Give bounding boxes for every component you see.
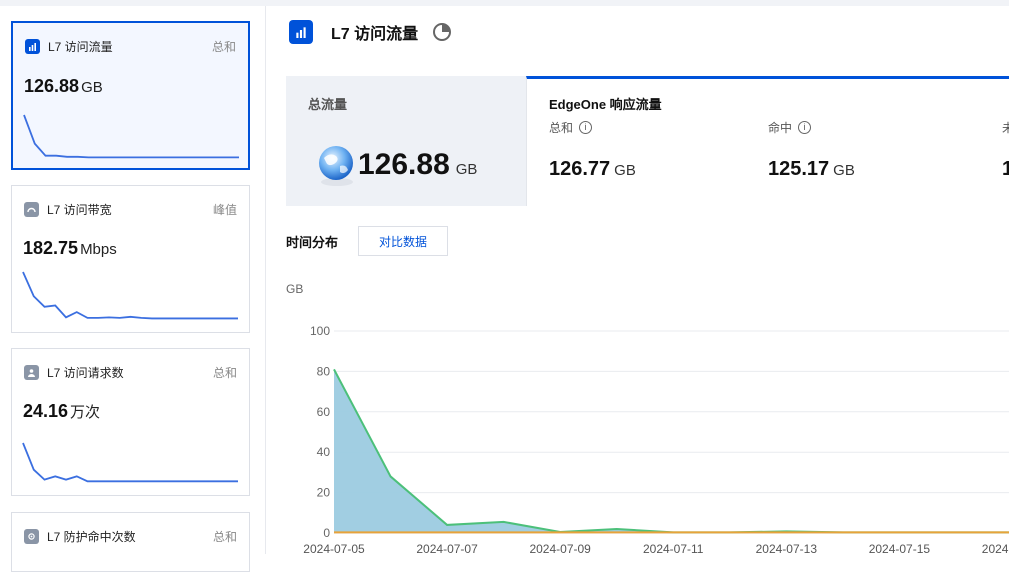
x-tick-label: 2024-07-05 [303, 542, 365, 554]
y-tick-label: 20 [317, 486, 331, 500]
metric-total: 总和 i 126.77 GB [549, 121, 636, 180]
y-tick-label: 0 [323, 526, 330, 540]
x-tick-label: 2024-07-09 [529, 542, 591, 554]
sparkline-path [23, 114, 239, 159]
edgeone-title: EdgeOne 响应流量 [549, 97, 662, 112]
y-tick-label: 100 [310, 324, 330, 338]
y-tick-label: 80 [317, 364, 331, 378]
series-line-main[interactable] [333, 368, 1009, 534]
card-l7-bandwidth[interactable]: L7 访问带宽 峰值 182.75 Mbps [11, 185, 250, 333]
card-value: 24.16 万次 [23, 401, 101, 421]
card-agg: 峰值 [212, 202, 237, 217]
x-tick-label: 2024-07-15 [869, 542, 931, 554]
card-l7-traffic[interactable]: L7 访问流量 总和 126.88 GB [11, 21, 250, 170]
info-icon[interactable]: i [579, 121, 593, 134]
card-title: L7 访问带宽 [47, 202, 112, 217]
sparkline [23, 114, 239, 159]
card-agg: 总和 [211, 39, 236, 54]
main-panel: L7 访问流量 总流量 126.88 GB EdgeOne 响应流量 总和 i … [267, 6, 1009, 554]
card-value: 182.75 Mbps [23, 238, 117, 258]
time-distribution-row: 时间分布 对比数据 [286, 226, 449, 256]
traffic-chart[interactable]: 0 20 40 60 80 100 2024-07-05 2024-07-07 2024-07-… [267, 306, 1009, 554]
edgeone-response-panel: EdgeOne 响应流量 总和 i 126.77 GB 命中 i 125.17 GB 未… [526, 76, 1009, 206]
globe-icon [319, 146, 353, 186]
total-traffic-panel: 总流量 126.88 GB [286, 76, 528, 206]
total-traffic-label: 总流量 [308, 97, 348, 112]
y-tick-label: 40 [317, 445, 331, 459]
x-tick-label: 2024-07-17 [982, 542, 1009, 554]
gauge-icon [24, 201, 39, 217]
card-title: L7 防护命中次数 [47, 529, 136, 544]
x-tick-label: 2024-07-11 [643, 542, 704, 554]
compare-data-button[interactable]: 对比数据 [358, 226, 449, 256]
sparkline-path [22, 442, 238, 483]
series-area [334, 369, 1009, 533]
card-agg: 总和 [212, 529, 237, 544]
page-title: L7 访问流量 [331, 26, 419, 43]
card-title: L7 访问流量 [48, 39, 113, 54]
bar-chart-icon [289, 20, 313, 44]
bar-chart-icon [25, 38, 40, 54]
metric-miss: 未 1 [1002, 121, 1009, 180]
x-tick-label: 2024-07-13 [756, 542, 818, 554]
card-l7-protection[interactable]: L7 防护命中次数 总和 [11, 512, 250, 572]
y-axis-unit: GB [286, 282, 304, 296]
sparkline-path [22, 271, 238, 320]
info-icon[interactable]: i [798, 121, 812, 134]
sparkline [22, 271, 238, 320]
target-icon [24, 528, 39, 544]
page-header: L7 访问流量 [289, 19, 452, 45]
metric-hit: 命中 i 125.17 GB [768, 121, 855, 180]
section-title: 时间分布 [286, 234, 339, 250]
x-tick-label: 2024-07-07 [416, 542, 478, 554]
sparkline [22, 442, 238, 483]
card-value: 126.88 GB [24, 76, 103, 96]
metric-sidebar: L7 访问流量 总和 126.88 GB L7 访问带宽 峰值 182.75 Mbp… [0, 6, 266, 572]
pie-chart-icon[interactable] [432, 22, 452, 42]
traffic-summary: 总流量 126.88 GB EdgeOne 响应流量 总和 i 126.77 G… [286, 76, 1009, 206]
user-icon [24, 364, 39, 380]
total-traffic-value: 126.88 GB [358, 148, 478, 181]
card-agg: 总和 [212, 365, 237, 380]
card-title: L7 访问请求数 [47, 365, 124, 380]
y-tick-label: 60 [317, 405, 331, 419]
card-l7-requests[interactable]: L7 访问请求数 总和 24.16 万次 [11, 348, 250, 496]
